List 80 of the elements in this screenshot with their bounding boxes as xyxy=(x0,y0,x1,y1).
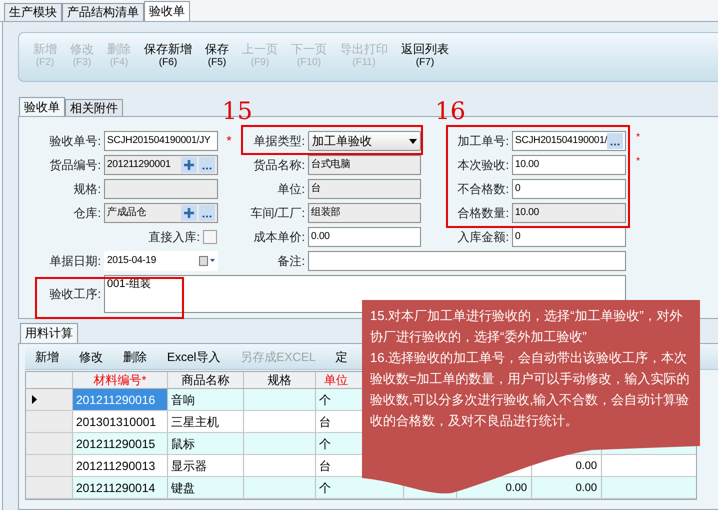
grid-toolbar-button[interactable]: 修改 xyxy=(69,344,113,370)
add-icon[interactable] xyxy=(181,205,197,221)
module-tab[interactable]: 生产模块 xyxy=(4,3,62,21)
column-header[interactable]: 材料编号* xyxy=(73,372,168,388)
module-tab[interactable]: 验收单 xyxy=(144,1,190,21)
field-value: 产成品仓 xyxy=(107,206,148,220)
grid-toolbar-button[interactable]: 删除 xyxy=(113,344,157,370)
required-mark: * xyxy=(226,132,232,150)
lookup-field[interactable]: 产成品仓 xyxy=(104,203,218,223)
row-header[interactable] xyxy=(26,389,73,410)
table-cell: 201301310001 xyxy=(73,411,168,432)
field-label: 加工单号: xyxy=(458,133,509,150)
more-icon[interactable] xyxy=(199,205,215,221)
lookup-field[interactable]: SCJH201504190001/ xyxy=(512,131,626,151)
input-field[interactable] xyxy=(308,251,626,271)
calendar-icon[interactable] xyxy=(199,256,215,266)
field-label: 单位: xyxy=(278,181,305,198)
field-value: 2015-04-19 xyxy=(107,254,158,268)
annotation-number: 16 xyxy=(435,98,466,124)
field-value: SCJH201504190001/ xyxy=(515,134,608,148)
toolbar-button[interactable]: 保存 (F5) xyxy=(199,43,235,69)
field-label: 货品名称: xyxy=(254,157,305,174)
form-tab[interactable]: 相关附件 xyxy=(65,99,123,116)
table-cell: 201211290013 xyxy=(73,455,168,476)
input-field[interactable]: 0.00 xyxy=(308,227,421,247)
add-icon[interactable] xyxy=(181,157,197,173)
table-cell: 鼠标 xyxy=(168,433,244,454)
field-label: 合格数量: xyxy=(458,205,509,222)
grid-toolbar-button[interactable]: Excel导入 xyxy=(157,344,230,370)
current-row-icon xyxy=(32,395,37,404)
table-cell: 201211290016 xyxy=(73,389,168,410)
form-tab[interactable]: 验收单 xyxy=(19,97,65,116)
table-cell: 201211290014 xyxy=(73,477,168,498)
field-label: 单据类型: xyxy=(254,133,305,150)
grid-toolbar-button[interactable]: 定 xyxy=(326,344,358,370)
date-field[interactable]: 2015-04-19 xyxy=(104,251,218,271)
column-header[interactable]: 商品名称 xyxy=(168,372,244,388)
column-header[interactable]: 规格 xyxy=(244,372,316,388)
table-cell: 0.00 xyxy=(532,477,602,498)
field-label: 直接入库: xyxy=(148,229,200,246)
field-label: 仓库: xyxy=(74,205,101,222)
lookup-field[interactable]: 201211290001 xyxy=(104,155,218,175)
toolbar-button[interactable]: 返回列表 (F7) xyxy=(395,43,455,69)
more-icon[interactable] xyxy=(199,157,215,173)
field-label: 车间/工厂: xyxy=(250,205,305,222)
grid-toolbar-button[interactable]: 新增 xyxy=(25,344,69,370)
annotation-number: 15 xyxy=(222,98,253,124)
more-icon[interactable] xyxy=(607,133,623,149)
table-cell: 显示器 xyxy=(168,455,244,476)
field-label: 备注: xyxy=(278,253,305,270)
table-cell: 音响 xyxy=(168,389,244,410)
field-label: 本次验收: xyxy=(458,157,509,174)
field-label: 规格: xyxy=(74,181,101,198)
caret-icon xyxy=(409,138,417,144)
input-field[interactable]: 10.00 xyxy=(512,155,626,175)
input-field: 组装部 xyxy=(308,203,421,223)
input-field: 台 xyxy=(308,179,421,199)
field-label: 成本单价: xyxy=(254,229,305,246)
table-cell: 键盘 xyxy=(168,477,244,498)
input-field[interactable]: 0 xyxy=(512,227,626,247)
detail-tab[interactable]: 用料计算 xyxy=(20,323,78,343)
toolbar-button[interactable]: 保存新增 (F6) xyxy=(138,43,198,69)
required-mark: * xyxy=(636,131,640,145)
checkbox[interactable] xyxy=(203,230,217,244)
field-label: 入库金额: xyxy=(458,229,509,246)
module-tab[interactable]: 产品结构清单 xyxy=(62,3,144,21)
input-field[interactable]: 0 xyxy=(512,179,626,199)
field-label: 不合格数: xyxy=(458,181,509,198)
dropdown[interactable]: 加工单验收 xyxy=(308,131,421,151)
input-field: 台式电脑 xyxy=(308,155,421,175)
required-mark: * xyxy=(636,155,640,169)
field-label: 货品编号: xyxy=(50,157,101,174)
input-field: 10.00 xyxy=(512,203,626,223)
input-field[interactable]: SCJH201504190001/JY xyxy=(104,131,218,151)
field-label: 单据日期: xyxy=(50,253,101,270)
field-label: 验收单号: xyxy=(50,133,101,150)
field-label: 验收工序: xyxy=(50,286,101,303)
table-cell: 201211290015 xyxy=(73,433,168,454)
field-value: 201211290001 xyxy=(107,158,172,172)
table-cell: 三星主机 xyxy=(168,411,244,432)
